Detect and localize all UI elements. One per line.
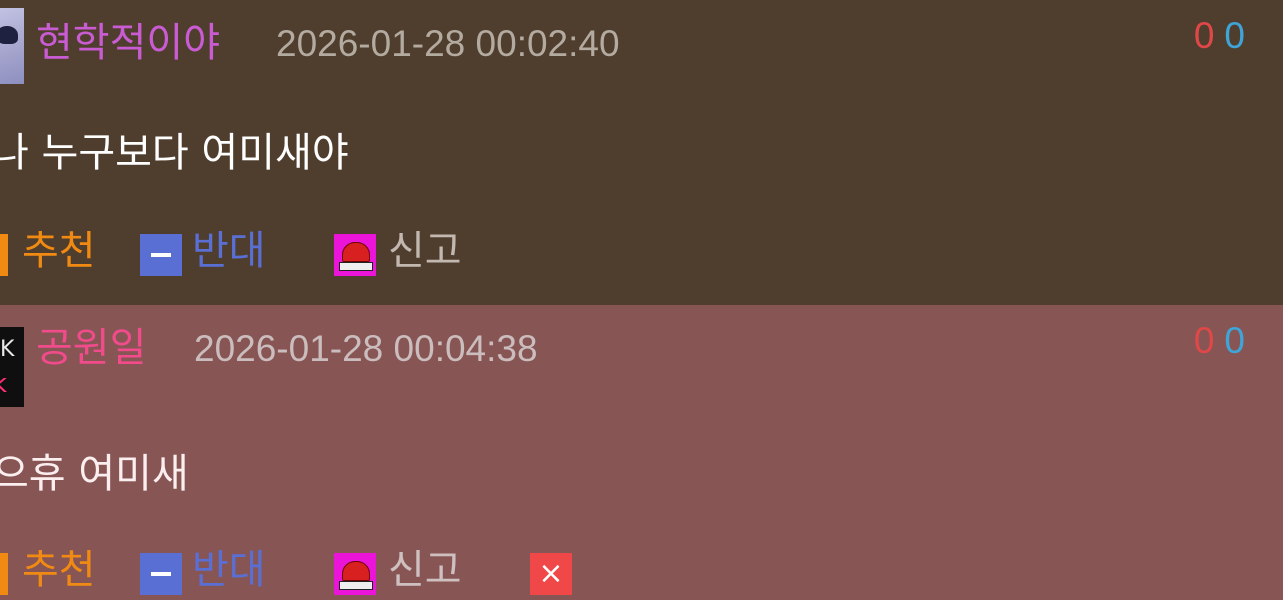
minus-icon <box>140 553 182 595</box>
comment-text: 으휴 여미새 <box>0 451 189 497</box>
comment-item: K k 공원일 2026-01-28 00:04:38 00 으휴 여미새 추천… <box>0 305 1283 600</box>
comment-timestamp: 2026-01-28 00:04:38 <box>194 328 538 369</box>
upvote-count: 0 <box>1193 15 1215 56</box>
minus-icon <box>140 234 182 276</box>
comment-item: 현학적이야 2026-01-28 00:02:40 00 나 누구보다 여미새야… <box>0 0 1283 305</box>
comment-actions: 추천 반대 신고 × <box>0 545 1283 600</box>
siren-icon <box>334 553 376 595</box>
avatar[interactable] <box>0 8 24 84</box>
comment-actions: 추천 반대 신고 <box>0 226 1283 282</box>
siren-icon <box>334 234 376 276</box>
oppose-label: 반대 <box>192 228 266 274</box>
thumb-up-icon <box>0 234 8 276</box>
report-label: 신고 <box>388 228 462 274</box>
thumb-up-icon <box>0 553 8 595</box>
downvote-count: 0 <box>1224 320 1245 361</box>
comment-text: 나 누구보다 여미새야 <box>0 130 349 176</box>
comment-author[interactable]: 현학적이야 <box>36 18 220 68</box>
recommend-label: 추천 <box>22 547 96 593</box>
oppose-label: 반대 <box>192 547 266 593</box>
avatar[interactable]: K k <box>0 327 24 407</box>
avatar-image <box>0 26 18 44</box>
recommend-label: 추천 <box>22 228 96 274</box>
avatar-image-accent: k <box>0 371 7 397</box>
report-label: 신고 <box>388 547 462 593</box>
comment-author[interactable]: 공원일 <box>36 323 146 373</box>
downvote-count: 0 <box>1224 15 1245 56</box>
upvote-count: 0 <box>1193 320 1215 361</box>
comment-timestamp: 2026-01-28 00:02:40 <box>276 23 620 64</box>
vote-counts: 00 <box>1194 319 1245 363</box>
avatar-image: K <box>0 337 15 362</box>
vote-counts: 00 <box>1194 14 1245 58</box>
close-icon: × <box>530 553 572 595</box>
